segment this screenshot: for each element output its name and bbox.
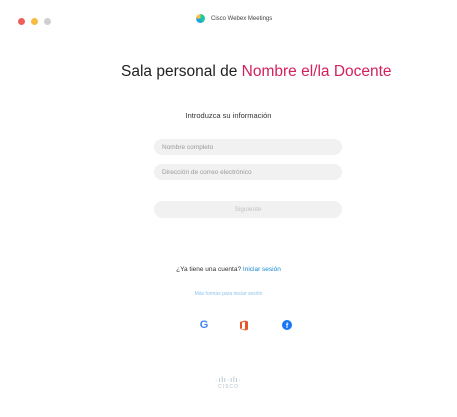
email-input[interactable]	[154, 164, 342, 180]
minimize-window-icon[interactable]	[31, 18, 38, 25]
full-name-input[interactable]	[154, 139, 342, 155]
page-title: Sala personal de Nombre el/la Docente	[121, 63, 392, 81]
app-title: Cisco Webex Meetings	[196, 14, 272, 23]
zoom-window-icon[interactable]	[44, 18, 51, 25]
host-name: Nombre el/la Docente	[241, 63, 392, 80]
sign-in-link[interactable]: Iniciar sesión	[243, 266, 281, 273]
form-subheading: Introduzca su información	[185, 111, 272, 120]
account-question: ¿Ya tiene una cuenta?	[176, 266, 242, 273]
page-title-prefix: Sala personal de	[121, 63, 242, 80]
google-icon[interactable]: G	[197, 318, 211, 332]
close-window-icon[interactable]	[18, 18, 25, 25]
cisco-logo: ·ılı·ılı· CISCO	[0, 377, 457, 390]
webex-logo-icon	[196, 14, 205, 23]
title-bar: Cisco Webex Meetings	[0, 0, 457, 40]
next-button[interactable]: Siguiente	[154, 201, 342, 218]
office-icon[interactable]	[237, 318, 251, 332]
alt-sign-in-link[interactable]: Más formas para iniciar sesión	[0, 291, 457, 297]
app-title-label: Cisco Webex Meetings	[211, 15, 273, 22]
facebook-icon[interactable]: f	[280, 318, 294, 332]
cisco-logo-text: CISCO	[218, 384, 239, 390]
account-prompt: ¿Ya tiene una cuenta? Iniciar sesión	[0, 266, 457, 273]
cisco-bars-icon: ·ılı·ılı·	[215, 377, 242, 384]
